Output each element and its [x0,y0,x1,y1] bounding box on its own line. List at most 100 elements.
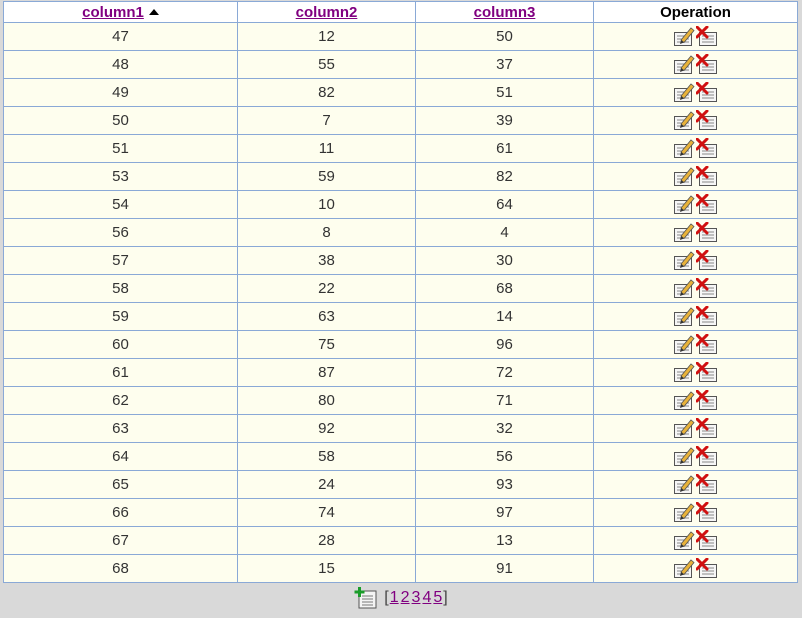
delete-icon[interactable] [696,54,718,75]
delete-icon[interactable] [696,362,718,383]
cell-column2: 63 [237,302,416,331]
delete-icon[interactable] [696,194,718,215]
cell-operation [593,106,798,135]
cell-column1: 48 [3,50,238,79]
cell-column2: 59 [237,162,416,191]
delete-icon[interactable] [696,306,718,327]
edit-icon[interactable] [673,446,695,467]
cell-operation [593,526,798,555]
table-row: 68 15 91 [3,554,798,583]
cell-column1: 49 [3,78,238,107]
cell-column3: 32 [415,414,594,443]
table-row: 61 87 72 [3,358,798,387]
delete-icon[interactable] [696,138,718,159]
row-actions [673,502,718,523]
edit-icon[interactable] [673,390,695,411]
edit-icon[interactable] [673,110,695,131]
cell-column1: 61 [3,358,238,387]
cell-operation [593,470,798,499]
cell-column3: 14 [415,302,594,331]
edit-icon[interactable] [673,306,695,327]
row-actions [673,82,718,103]
table-row: 49 82 51 [3,78,798,107]
cell-column1: 63 [3,414,238,443]
cell-operation [593,386,798,415]
page-link-2[interactable]: 2 [401,589,410,606]
delete-icon[interactable] [696,474,718,495]
add-row-icon[interactable] [354,586,378,610]
edit-icon[interactable] [673,138,695,159]
delete-icon[interactable] [696,390,718,411]
data-table: column1 column2 column3 Operation 47 12 50… [3,1,798,583]
row-actions [673,222,718,243]
delete-icon[interactable] [696,222,718,243]
edit-icon[interactable] [673,418,695,439]
cell-column2: 12 [237,22,416,51]
edit-icon[interactable] [673,362,695,383]
cell-operation [593,190,798,219]
edit-icon[interactable] [673,502,695,523]
cell-column3: 72 [415,358,594,387]
delete-icon[interactable] [696,26,718,47]
cell-column2: 22 [237,274,416,303]
cell-column2: 10 [237,190,416,219]
row-actions [673,194,718,215]
edit-icon[interactable] [673,82,695,103]
edit-icon[interactable] [673,530,695,551]
edit-icon[interactable] [673,334,695,355]
sort-column3-link[interactable]: column3 [474,4,536,21]
edit-icon[interactable] [673,166,695,187]
cell-column2: 15 [237,554,416,583]
sort-column2-link[interactable]: column2 [296,4,358,21]
cell-column3: 30 [415,246,594,275]
cell-column3: 50 [415,22,594,51]
edit-icon[interactable] [673,54,695,75]
row-actions [673,54,718,75]
pagination-bar: [ 12345 ] [0,586,802,610]
cell-operation [593,22,798,51]
delete-icon[interactable] [696,250,718,271]
delete-icon[interactable] [696,558,718,579]
row-actions [673,390,718,411]
sort-column1-link[interactable]: column1 [82,4,144,21]
edit-icon[interactable] [673,278,695,299]
cell-column2: 58 [237,442,416,471]
table-row: 62 80 71 [3,386,798,415]
cell-column3: 37 [415,50,594,79]
table-row: 63 92 32 [3,414,798,443]
edit-icon[interactable] [673,558,695,579]
delete-icon[interactable] [696,418,718,439]
cell-operation [593,162,798,191]
cell-column3: 4 [415,218,594,247]
table-row: 65 24 93 [3,470,798,499]
header-column2: column2 [237,1,416,23]
delete-icon[interactable] [696,278,718,299]
page-link-5[interactable]: 5 [433,589,442,606]
table-row: 48 55 37 [3,50,798,79]
cell-column2: 24 [237,470,416,499]
page-link-3[interactable]: 3 [412,589,421,606]
row-actions [673,558,718,579]
edit-icon[interactable] [673,250,695,271]
edit-icon[interactable] [673,222,695,243]
cell-column2: 28 [237,526,416,555]
sort-ascending-icon [148,8,159,15]
delete-icon[interactable] [696,82,718,103]
delete-icon[interactable] [696,110,718,131]
cell-column3: 82 [415,162,594,191]
cell-operation [593,302,798,331]
delete-icon[interactable] [696,334,718,355]
cell-column3: 39 [415,106,594,135]
delete-icon[interactable] [696,530,718,551]
edit-icon[interactable] [673,194,695,215]
cell-operation [593,414,798,443]
delete-icon[interactable] [696,166,718,187]
delete-icon[interactable] [696,446,718,467]
cell-column1: 47 [3,22,238,51]
delete-icon[interactable] [696,502,718,523]
page-link-4[interactable]: 4 [422,589,431,606]
page-link-1[interactable]: 1 [390,589,399,606]
edit-icon[interactable] [673,474,695,495]
edit-icon[interactable] [673,26,695,47]
row-actions [673,446,718,467]
